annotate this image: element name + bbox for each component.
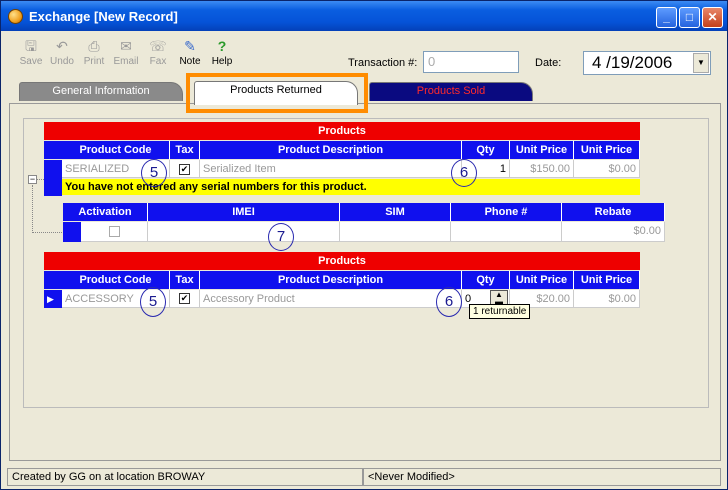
tax-checkbox[interactable]: ✔ (179, 164, 190, 175)
row-header (44, 271, 62, 289)
imei-cell[interactable] (148, 222, 340, 242)
row-selector[interactable] (44, 160, 62, 196)
annotation-circle: 5 (140, 287, 166, 317)
save-button[interactable]: 🖫 Save (16, 37, 46, 67)
description-cell[interactable]: Accessory Product (200, 290, 462, 308)
annotation-circle: 6 (436, 287, 462, 317)
note-icon: ✎ (184, 38, 196, 54)
column-header[interactable]: Unit Price (510, 271, 574, 289)
sim-cell[interactable] (340, 222, 451, 242)
current-row-arrow-icon[interactable]: ▶ (44, 290, 62, 308)
maximize-button[interactable]: □ (679, 7, 700, 28)
column-header[interactable]: Tax (170, 271, 200, 289)
activation-checkbox[interactable] (109, 226, 120, 237)
qty-tooltip: 1 returnable (469, 304, 531, 319)
column-header[interactable]: Qty (462, 141, 510, 159)
minimize-button[interactable]: _ (656, 7, 677, 28)
annotation-circle: 6 (451, 159, 477, 187)
column-header[interactable]: Tax (170, 141, 200, 159)
annotation-circle: 5 (141, 159, 167, 187)
date-picker[interactable]: 4 /19/2006 ▼ (583, 51, 711, 75)
undo-label: Undo (50, 56, 74, 67)
date-value: 4 /19/2006 (592, 53, 673, 72)
column-header[interactable]: Phone # (451, 203, 562, 221)
exchange-window: Exchange [New Record] _ □ ✕ 🖫 Save ↶ Und… (0, 0, 728, 490)
unit-price-cell[interactable]: $0.00 (574, 160, 640, 178)
column-header[interactable]: Unit Price (574, 141, 640, 159)
column-header[interactable]: Rebate (562, 203, 665, 221)
grid-title: Products (44, 122, 640, 140)
email-label: Email (113, 56, 139, 67)
column-header[interactable]: Product Description (200, 271, 462, 289)
column-header[interactable]: Unit Price (510, 141, 574, 159)
help-icon: ? (217, 38, 227, 54)
app-icon (8, 9, 23, 24)
column-header[interactable]: Activation (63, 203, 148, 221)
rebate-cell[interactable]: $0.00 (562, 222, 665, 242)
column-header[interactable]: Product Description (200, 141, 462, 159)
collapse-icon[interactable]: − (28, 175, 37, 184)
print-label: Print (83, 56, 105, 67)
save-icon: 🖫 (25, 38, 37, 54)
row-header (44, 141, 62, 159)
undo-button[interactable]: ↶ Undo (47, 37, 77, 67)
title-bar: Exchange [New Record] _ □ ✕ (1, 1, 727, 31)
fax-icon: ☏ (149, 38, 167, 54)
note-button[interactable]: ✎ Note (175, 37, 205, 67)
dropdown-arrow-icon[interactable]: ▼ (693, 53, 709, 73)
tax-checkbox[interactable]: ✔ (179, 293, 190, 304)
grid-title: Products (44, 252, 640, 270)
tree-connector-h (37, 179, 44, 180)
printer-icon: ⎙ (88, 38, 100, 54)
column-header[interactable]: Product Code (62, 141, 170, 159)
status-created: Created by GG on at location BROWAY (7, 468, 363, 486)
column-header[interactable]: SIM (340, 203, 451, 221)
close-button[interactable]: ✕ (702, 7, 723, 28)
transaction-input[interactable]: 0 (423, 51, 519, 73)
tab-highlight-annotation (186, 73, 368, 113)
help-button[interactable]: ? Help (207, 37, 237, 67)
column-header[interactable]: Unit Price (574, 271, 640, 289)
fax-label: Fax (149, 56, 167, 67)
note-label: Note (179, 56, 201, 67)
help-label: Help (211, 56, 233, 67)
fax-button[interactable]: ☏ Fax (143, 37, 173, 67)
phone-cell[interactable] (451, 222, 562, 242)
unit-price-cell[interactable]: $150.00 (510, 160, 574, 178)
unit-price-cell[interactable]: $0.00 (574, 290, 640, 308)
print-button[interactable]: ⎙ Print (79, 37, 109, 67)
tab-products-sold[interactable]: Products Sold (369, 82, 533, 101)
email-icon: ✉ (120, 38, 132, 54)
column-header[interactable]: Qty (462, 271, 510, 289)
email-button[interactable]: ✉ Email (111, 37, 141, 67)
annotation-circle: 7 (268, 223, 294, 251)
description-cell[interactable]: Serialized Item (200, 160, 462, 178)
date-label: Date: (535, 57, 562, 69)
row-selector[interactable] (63, 222, 81, 242)
transaction-label: Transaction #: (348, 57, 418, 69)
status-modified: <Never Modified> (363, 468, 721, 486)
column-header[interactable]: IMEI (148, 203, 340, 221)
save-label: Save (19, 56, 43, 67)
tab-general-information[interactable]: General Information (19, 82, 183, 101)
undo-icon: ↶ (56, 38, 68, 54)
window-title: Exchange [New Record] (29, 9, 178, 24)
